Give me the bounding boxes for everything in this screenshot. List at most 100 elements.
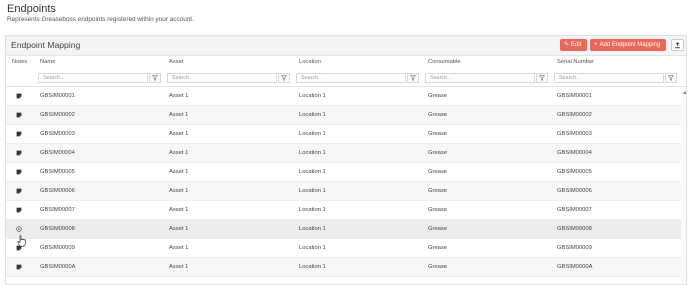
cell-location: Location 1 [299, 245, 326, 251]
table-row[interactable]: GBSIM0000A Asset 1 Location 1 Grease GBS… [6, 258, 681, 277]
cell-consumable: Grease [428, 188, 448, 194]
edit-button[interactable]: ✎ Edit [560, 39, 587, 51]
cell-serial-number: GBSIM00009 [557, 245, 592, 251]
cell-asset: Asset 1 [169, 226, 189, 232]
edit-button-label: Edit [571, 42, 582, 48]
hand-cursor-icon [17, 235, 26, 247]
filter-icon [539, 75, 545, 81]
table-row[interactable]: GBSIM00008 Asset 1 Location 1 Grease GBS… [6, 220, 681, 239]
table-row[interactable]: GBSIM00004 Asset 1 Location 1 Grease GBS… [6, 144, 681, 163]
cell-name: GBSIM00007 [40, 207, 75, 213]
cell-asset: Asset 1 [169, 131, 189, 137]
cell-name: GBSIM00005 [40, 169, 75, 175]
note-icon[interactable] [16, 188, 22, 194]
page-subtitle: Represents Greaseboss endpoints register… [7, 16, 194, 23]
column-header-name[interactable]: Name [40, 58, 55, 66]
note-icon[interactable] [16, 112, 22, 118]
note-icon[interactable] [16, 169, 22, 175]
page-title: Endpoints [7, 3, 56, 15]
cell-asset: Asset 1 [169, 207, 189, 213]
note-icon[interactable] [16, 207, 22, 213]
asset-filter-button[interactable] [278, 73, 290, 83]
cell-serial-number: GBSIM00001 [557, 93, 592, 99]
cell-consumable: Grease [428, 226, 448, 232]
filter-icon [668, 75, 674, 81]
consumable-filter-input[interactable]: Search... [425, 73, 535, 83]
table-row[interactable]: GBSIM00007 Asset 1 Location 1 Grease GBS… [6, 201, 681, 220]
cell-consumable: Grease [428, 245, 448, 251]
export-button[interactable] [671, 39, 684, 51]
cell-serial-number: GBSIM00007 [557, 207, 592, 213]
note-icon[interactable] [16, 93, 22, 99]
panel-title: Endpoint Mapping [11, 40, 81, 50]
cell-name: GBSIM00002 [40, 112, 75, 118]
cell-consumable: Grease [428, 207, 448, 213]
cell-serial-number: GBSIM00005 [557, 169, 592, 175]
cell-location: Location 1 [299, 169, 326, 175]
cell-consumable: Grease [428, 150, 448, 156]
export-icon [675, 41, 680, 48]
location-filter-placeholder: Search... [301, 75, 323, 81]
cell-consumable: Grease [428, 131, 448, 137]
cell-serial-number: GBSIM00006 [557, 188, 592, 194]
serial-number-filter-button[interactable] [665, 73, 677, 83]
name-filter-button[interactable] [149, 73, 161, 83]
table-row[interactable]: GBSIM00002 Asset 1 Location 1 Grease GBS… [6, 106, 681, 125]
location-filter-input[interactable]: Search... [296, 73, 406, 83]
cell-asset: Asset 1 [169, 150, 189, 156]
column-header-notes[interactable]: Notes [12, 58, 27, 66]
scroll-up-arrow-icon[interactable] [683, 91, 686, 94]
consumable-filter-button[interactable] [536, 73, 548, 83]
table-row[interactable]: GBSIM00006 Asset 1 Location 1 Grease GBS… [6, 182, 681, 201]
name-filter-input[interactable]: Search... [38, 73, 148, 83]
cell-serial-number: GBSIM00004 [557, 150, 592, 156]
cell-asset: Asset 1 [169, 112, 189, 118]
cell-asset: Asset 1 [169, 93, 189, 99]
location-filter-button[interactable] [407, 73, 419, 83]
table-row[interactable]: GBSIM00009 Asset 1 Location 1 Grease GBS… [6, 239, 681, 258]
column-header-serial-number[interactable]: Serial Number [557, 58, 594, 66]
table-body: GBSIM00001 Asset 1 Location 1 Grease GBS… [6, 87, 681, 277]
table-row[interactable]: GBSIM00001 Asset 1 Location 1 Grease GBS… [6, 87, 681, 106]
column-header-consumable[interactable]: Consumable [428, 58, 461, 66]
cell-name: GBSIM00009 [40, 245, 75, 251]
cell-consumable: Grease [428, 112, 448, 118]
add-note-icon[interactable] [16, 226, 22, 232]
note-icon[interactable] [16, 131, 22, 137]
cell-name: GBSIM00008 [40, 226, 75, 232]
cell-serial-number: GBSIM00008 [557, 226, 592, 232]
column-header-location[interactable]: Location [299, 58, 321, 66]
name-filter-placeholder: Search... [43, 75, 65, 81]
cell-serial-number: GBSIM0000A [557, 264, 593, 270]
cell-serial-number: GBSIM00002 [557, 112, 592, 118]
serial-number-filter-input[interactable]: Search... [554, 73, 664, 83]
note-icon[interactable] [16, 264, 22, 270]
filter-icon [410, 75, 416, 81]
add-button-label: Add Endpoint Mapping [599, 42, 661, 48]
filter-icon [152, 75, 158, 81]
note-icon[interactable] [16, 150, 22, 156]
table-row[interactable]: GBSIM00003 Asset 1 Location 1 Grease GBS… [6, 125, 681, 144]
endpoint-mapping-panel: Endpoint Mapping ✎ Edit + Add Endpoint Map… [5, 35, 687, 285]
vertical-scrollbar[interactable] [682, 87, 686, 284]
serial-number-filter-placeholder: Search... [559, 75, 581, 81]
cell-consumable: Grease [428, 264, 448, 270]
cell-location: Location 1 [299, 264, 326, 270]
cell-asset: Asset 1 [169, 169, 189, 175]
cell-location: Location 1 [299, 188, 326, 194]
filter-icon [281, 75, 287, 81]
cell-name: GBSIM0000A [40, 264, 76, 270]
cell-consumable: Grease [428, 169, 448, 175]
table-row[interactable]: GBSIM00005 Asset 1 Location 1 Grease GBS… [6, 163, 681, 182]
asset-filter-placeholder: Search... [172, 75, 194, 81]
cell-location: Location 1 [299, 93, 326, 99]
plus-icon: + [594, 42, 598, 48]
asset-filter-input[interactable]: Search... [167, 73, 277, 83]
cell-location: Location 1 [299, 226, 326, 232]
add-endpoint-mapping-button[interactable]: + Add Endpoint Mapping [590, 39, 666, 51]
consumable-filter-placeholder: Search... [430, 75, 452, 81]
column-header-asset[interactable]: Asset [169, 58, 184, 66]
cell-name: GBSIM00003 [40, 131, 75, 137]
cell-consumable: Grease [428, 93, 448, 99]
cell-asset: Asset 1 [169, 188, 189, 194]
